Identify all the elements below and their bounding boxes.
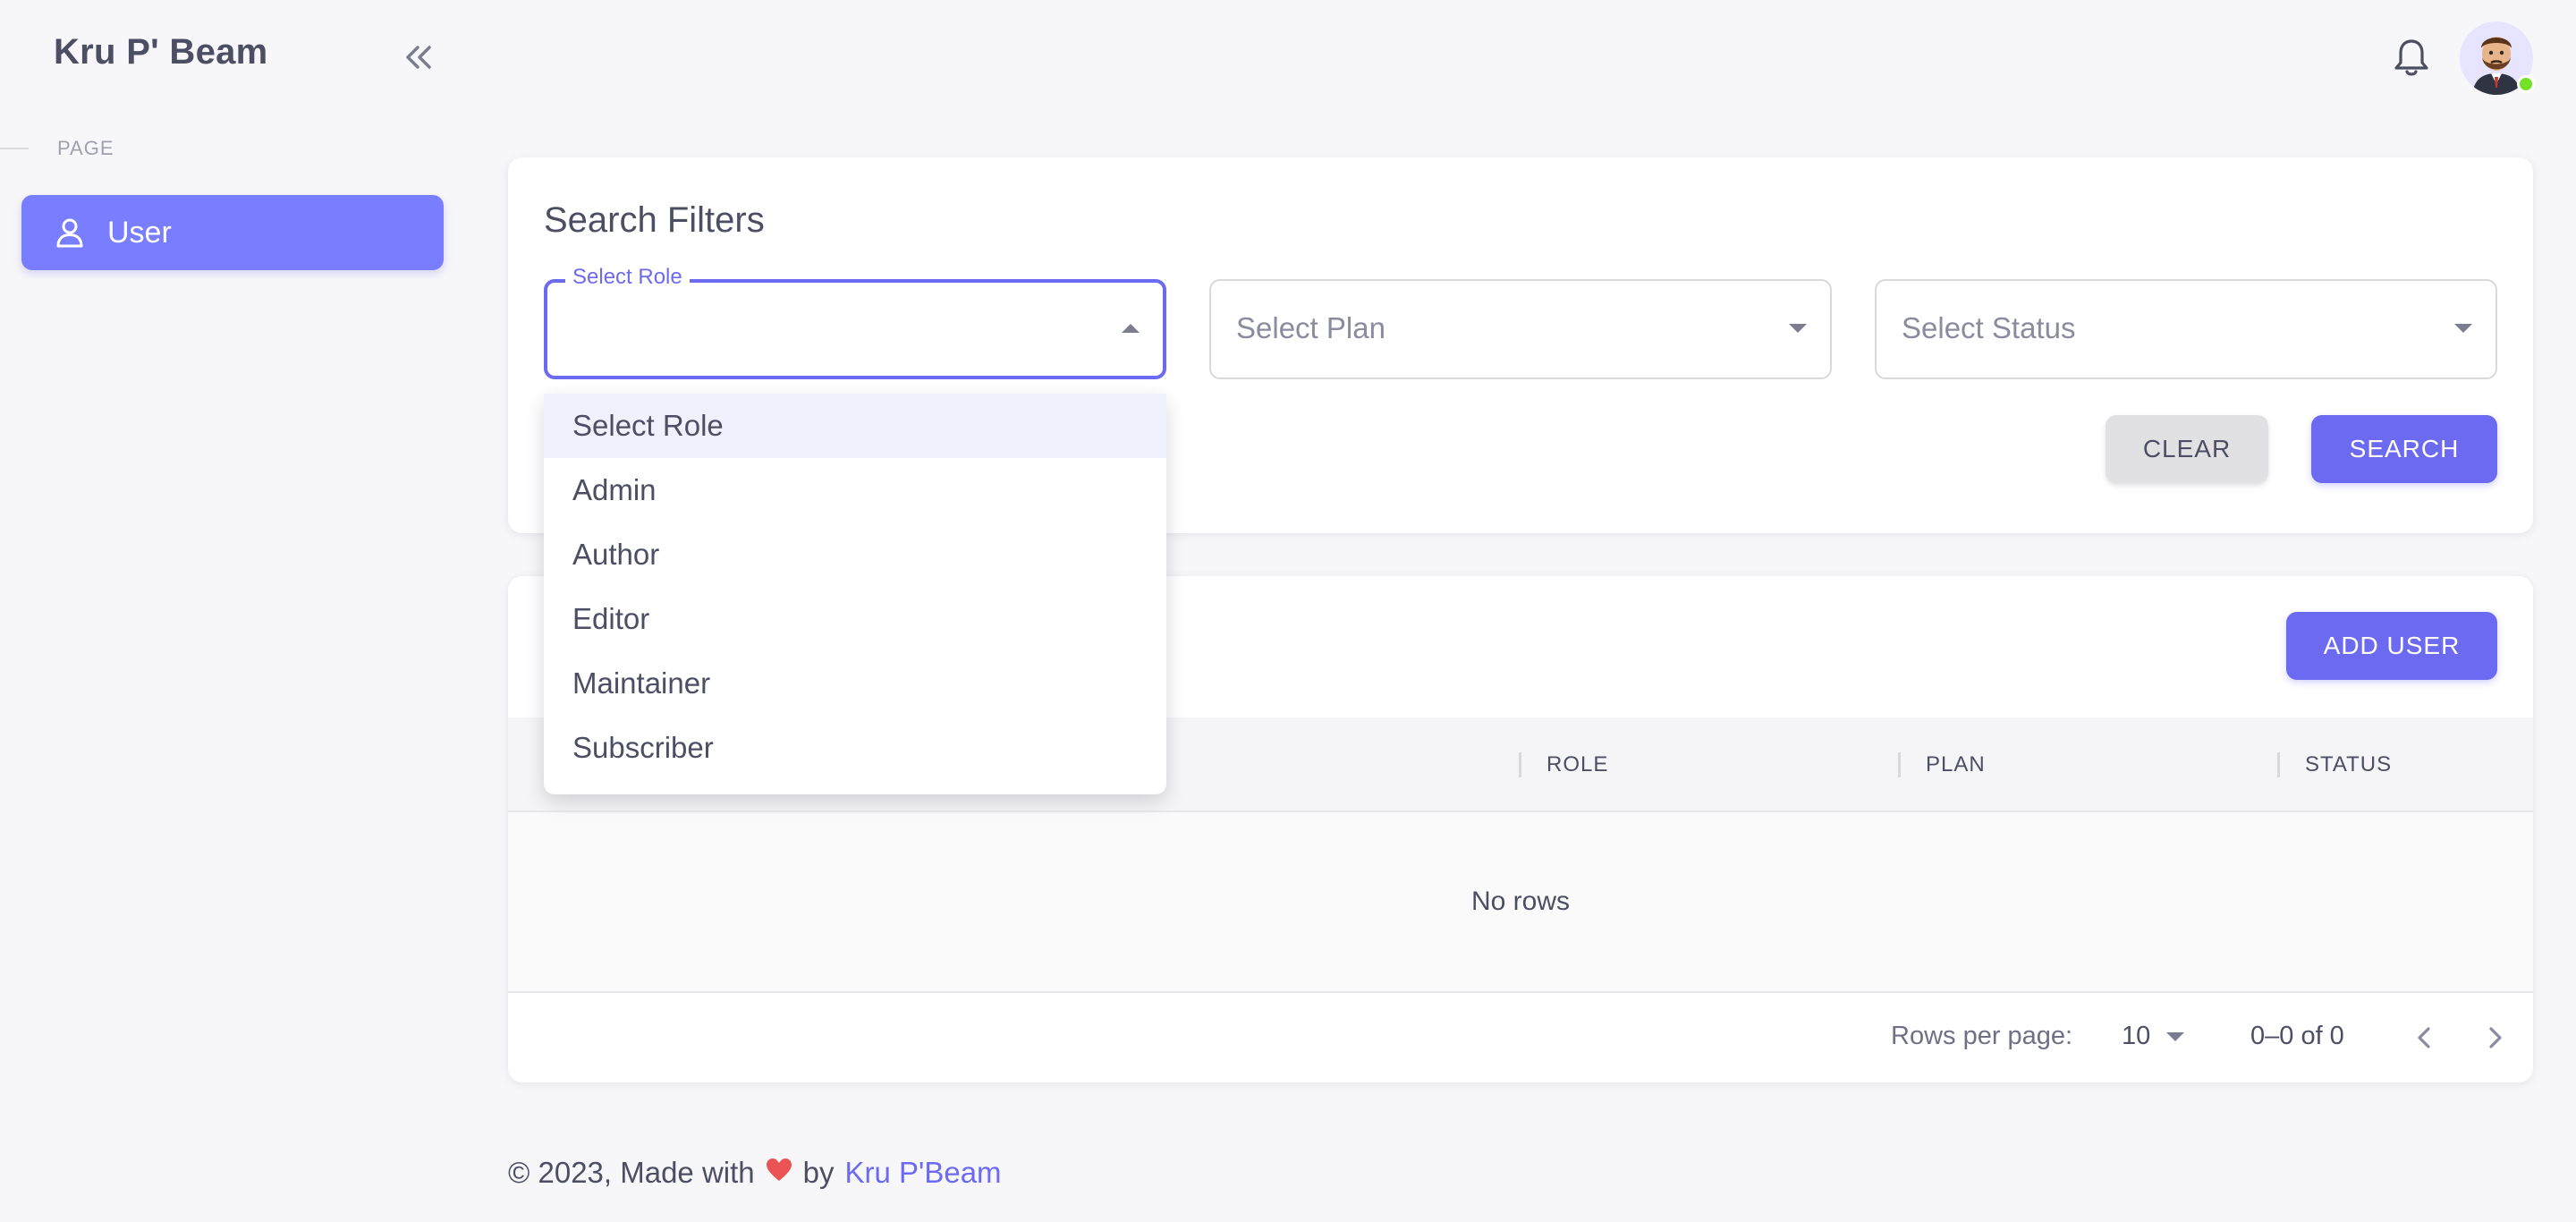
rows-per-page-value: 10 — [2122, 1022, 2151, 1050]
empty-table-message: No rows — [1470, 887, 1571, 916]
collapse-sidebar-button[interactable] — [397, 38, 440, 77]
footer: © 2023, Made with by Kru P'Beam — [508, 1156, 1002, 1190]
double-chevron-left-icon — [406, 46, 431, 69]
heart-icon — [766, 1156, 792, 1190]
next-page-button[interactable] — [2474, 1014, 2517, 1061]
role-option[interactable]: Author — [544, 522, 1166, 587]
clear-button[interactable]: CLEAR — [2106, 415, 2268, 483]
column-header-label: ROLE — [1546, 752, 1609, 776]
footer-copyright: © 2023, Made with — [508, 1156, 755, 1189]
select-role[interactable]: Select Role — [544, 265, 1166, 379]
brand-title: Kru P' Beam — [54, 32, 268, 72]
rows-per-page-select[interactable]: 10 — [2122, 1022, 2185, 1051]
caret-down-icon — [2454, 324, 2472, 333]
nav-section-header: PAGE — [0, 134, 114, 163]
page-range-text: 0–0 of 0 — [2250, 1022, 2344, 1050]
select-status-placeholder: Select Status — [1902, 311, 2076, 344]
column-header-label: PLAN — [1926, 752, 1986, 776]
column-header-label: STATUS — [2305, 752, 2393, 776]
add-user-button[interactable]: ADD USER — [2286, 612, 2497, 680]
role-option-list: Select Role Admin Author Editor Maintainer Su… — [544, 394, 1166, 780]
sidebar-item-label: User — [107, 215, 172, 250]
footer-author-link[interactable]: Kru P'Beam — [845, 1156, 1002, 1190]
bell-icon — [2394, 39, 2428, 76]
search-button[interactable]: SEARCH — [2311, 415, 2497, 483]
rows-per-page-label: Rows per page: — [1891, 1022, 2073, 1050]
select-status[interactable]: Select Status — [1875, 279, 2497, 379]
table-body: No rows — [508, 812, 2533, 993]
nav-section-label: PAGE — [57, 137, 114, 159]
previous-page-button[interactable] — [2402, 1014, 2445, 1061]
role-option[interactable]: Maintainer — [544, 651, 1166, 716]
select-role-label: Select Role — [565, 265, 690, 290]
select-plan-placeholder: Select Plan — [1236, 311, 1385, 344]
column-header-role[interactable]: ROLE — [1519, 717, 1608, 812]
column-separator — [1519, 752, 1521, 777]
app-root: Kru P' Beam PAGE User Search Filters Sel… — [0, 0, 2576, 1222]
role-option[interactable]: Admin — [544, 458, 1166, 522]
sidebar-item-user[interactable]: User — [21, 195, 444, 270]
role-option[interactable]: Select Role — [544, 394, 1166, 458]
chevron-right-icon — [2489, 1027, 2502, 1048]
sidebar: Kru P' Beam PAGE User — [0, 0, 465, 1222]
select-plan[interactable]: Select Plan — [1209, 279, 1832, 379]
online-status-badge — [2517, 75, 2535, 93]
caret-down-icon — [1789, 324, 1807, 333]
column-separator — [2277, 752, 2280, 777]
column-separator — [1898, 752, 1901, 777]
notifications-button[interactable] — [2388, 34, 2435, 82]
column-header-plan[interactable]: PLAN — [1898, 717, 1986, 812]
user-icon — [56, 218, 83, 248]
table-pagination: Rows per page: 10 0–0 of 0 — [508, 993, 2533, 1082]
section-divider — [0, 148, 29, 149]
role-dropdown-menu: Select Role Admin Author Editor Maintainer Su… — [544, 394, 1166, 794]
column-header-status[interactable]: STATUS — [2277, 717, 2392, 812]
chevron-left-icon — [2418, 1027, 2430, 1048]
search-filters-title: Search Filters — [544, 200, 765, 240]
footer-by: by — [802, 1156, 835, 1189]
role-option[interactable]: Editor — [544, 587, 1166, 651]
caret-up-icon — [1122, 324, 1140, 333]
role-option[interactable]: Subscriber — [544, 716, 1166, 780]
caret-down-icon — [2166, 1031, 2185, 1041]
